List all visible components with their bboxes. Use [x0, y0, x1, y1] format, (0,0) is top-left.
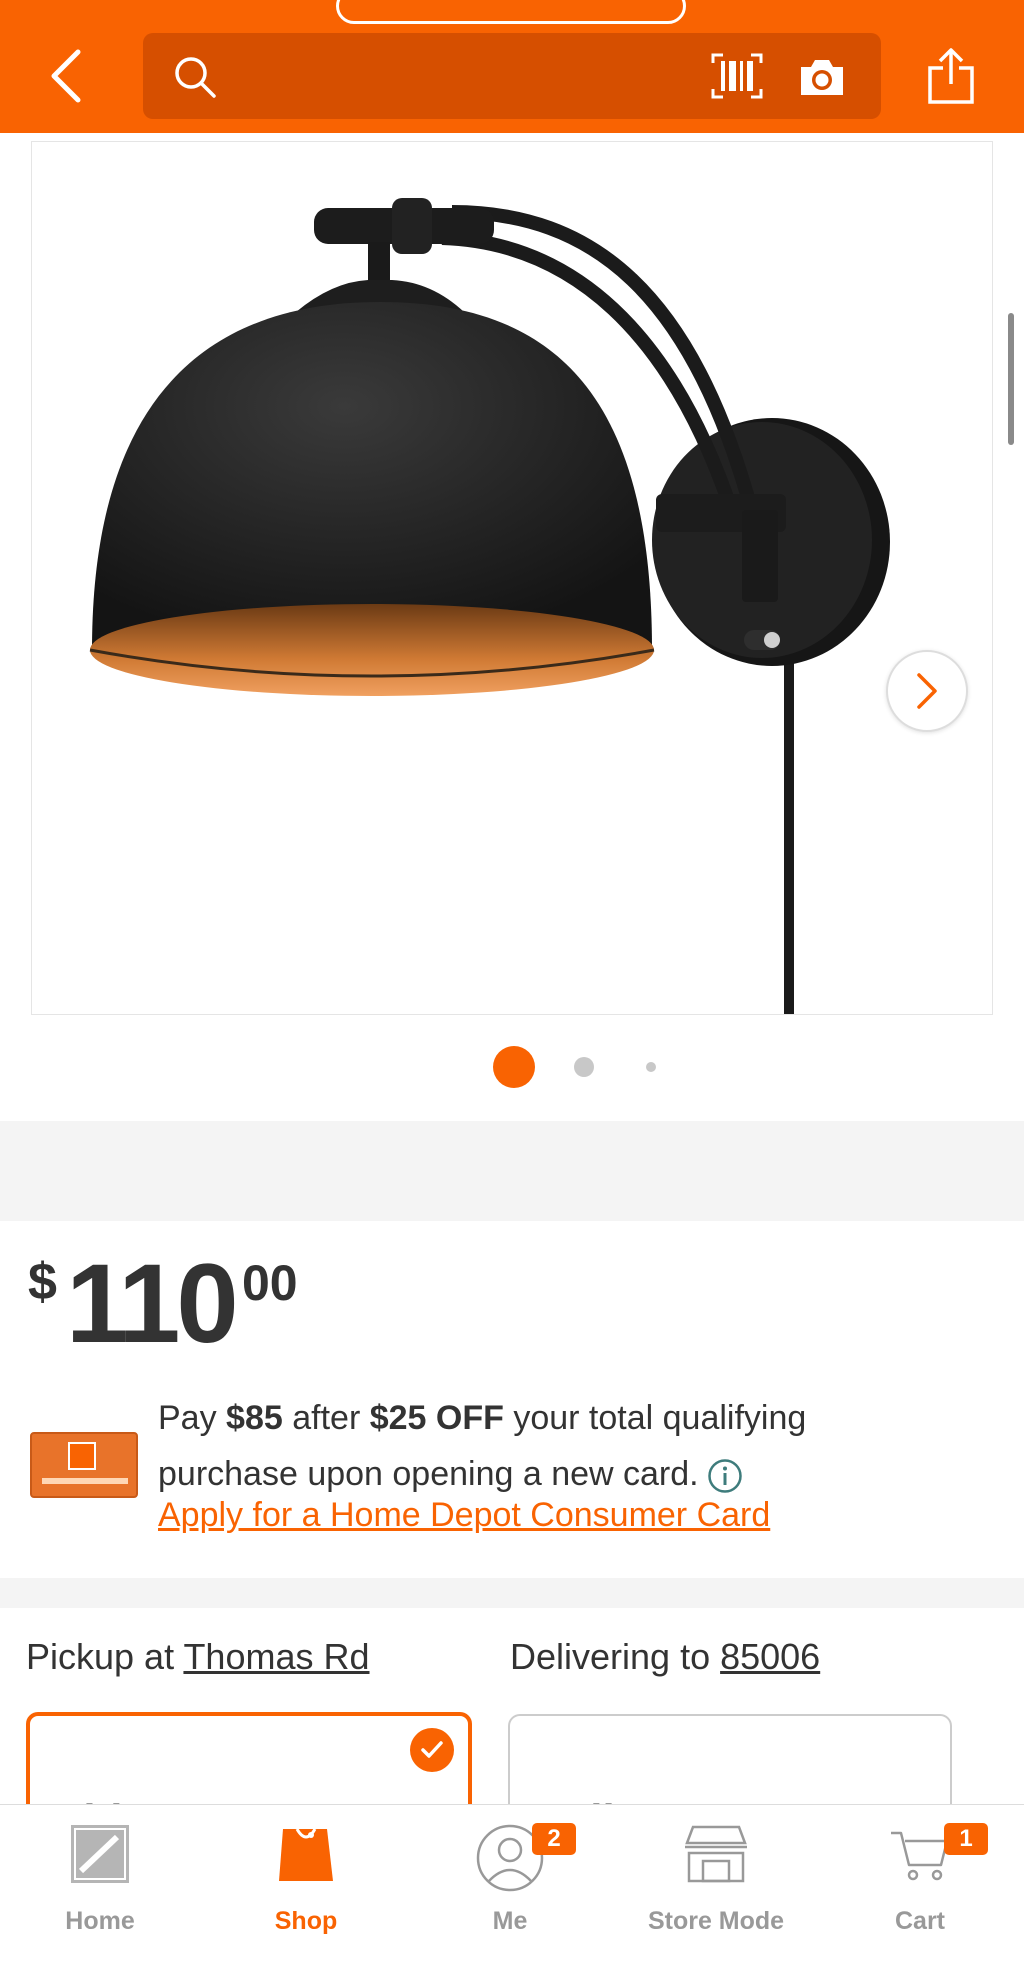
tab-cart[interactable]: 1 Cart — [860, 1805, 988, 1967]
section-divider — [0, 1578, 1024, 1608]
zip-link[interactable]: 85006 — [720, 1636, 820, 1677]
tab-store-mode[interactable]: Store Mode — [626, 1805, 806, 1967]
tab-me[interactable]: 2 Me — [450, 1805, 576, 1967]
credit-offer-text: Pay $85 after $25 OFF your total qualify… — [158, 1399, 807, 1494]
price-dollars: 110 — [66, 1241, 239, 1366]
delivery-location: Delivering to 85006 — [510, 1636, 821, 1677]
home-depot-logo-icon — [71, 1825, 129, 1883]
section-divider — [0, 1121, 1024, 1221]
checkmark-icon — [410, 1728, 454, 1772]
search-input[interactable] — [233, 53, 733, 99]
barcode-scan-icon[interactable] — [711, 53, 763, 99]
wall-sconce-lamp-image — [89, 198, 890, 1014]
store-icon — [685, 1825, 747, 1883]
notification-badge: 2 — [532, 1823, 576, 1855]
info-icon[interactable] — [707, 1458, 743, 1494]
search-icon — [175, 57, 216, 98]
chevron-left-icon — [51, 49, 81, 103]
pagination-dot[interactable] — [574, 1057, 594, 1077]
pagination-dot[interactable] — [646, 1062, 656, 1072]
next-image-button[interactable] — [886, 650, 968, 732]
pagination-dot-active[interactable] — [493, 1046, 535, 1088]
chevron-right-icon — [917, 673, 937, 709]
top-app-bar — [0, 0, 1024, 133]
price-cents: 00 — [242, 1255, 298, 1311]
scrollbar[interactable] — [1008, 313, 1014, 445]
camera-icon[interactable] — [797, 55, 847, 99]
store-link[interactable]: Thomas Rd — [183, 1636, 369, 1677]
search-bar[interactable] — [143, 33, 881, 119]
product-image-carousel[interactable] — [0, 133, 1024, 1121]
tab-home[interactable]: Home — [40, 1805, 160, 1967]
cart-count-badge: 1 — [944, 1823, 988, 1855]
shopping-bag-icon — [279, 1828, 333, 1881]
back-button[interactable] — [44, 48, 88, 104]
tab-shop[interactable]: Shop — [246, 1805, 366, 1967]
pickup-location: Pickup at Thomas Rd — [26, 1636, 370, 1677]
home-depot-logo-icon — [68, 1442, 96, 1470]
price-currency: $ — [28, 1253, 57, 1311]
product-image[interactable] — [31, 141, 993, 1015]
shopping-cart-icon — [891, 1831, 949, 1881]
carousel-pagination — [0, 1046, 1024, 1088]
apply-card-link[interactable]: Apply for a Home Depot Consumer Card — [158, 1496, 770, 1535]
status-pill — [336, 0, 686, 24]
share-icon[interactable] — [926, 46, 976, 106]
bottom-tab-bar: Home Shop 2 Me Store Mode 1 Cart — [0, 1804, 1024, 1967]
credit-card-image — [30, 1432, 138, 1498]
